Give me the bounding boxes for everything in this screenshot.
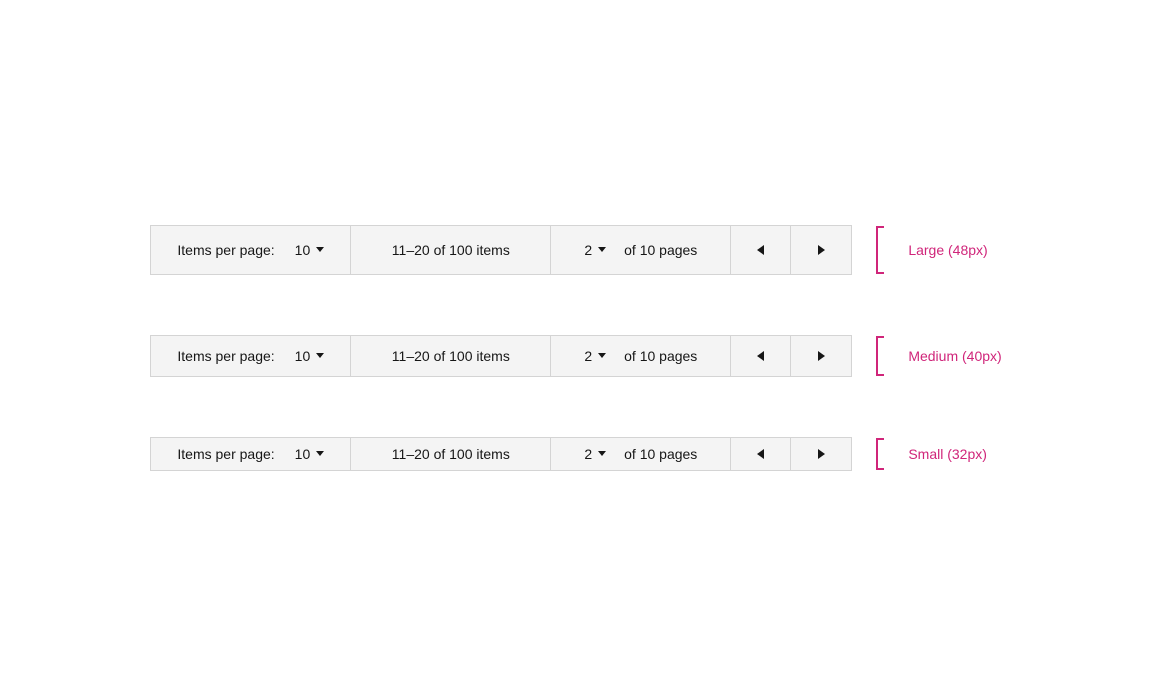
page-value-large: 2 xyxy=(584,242,592,258)
items-per-page-value-large: 10 xyxy=(295,242,311,258)
page-select-medium[interactable]: 2 xyxy=(584,348,606,364)
size-label-small: Small (32px) xyxy=(908,446,987,462)
item-range-cell-large: 11–20 of 100 items xyxy=(351,226,551,274)
page-value-small: 2 xyxy=(584,446,592,462)
next-btn-large[interactable] xyxy=(791,226,851,274)
size-indicator-small: Small (32px) xyxy=(872,438,987,470)
item-range-large: 11–20 of 100 items xyxy=(392,242,510,258)
size-label-large: Large (48px) xyxy=(908,242,987,258)
items-per-page-label-small: Items per page: xyxy=(177,446,274,462)
size-label-medium: Medium (40px) xyxy=(908,348,1001,364)
page-select-cell-medium: 2 of 10 pages xyxy=(551,336,731,376)
page-select-cell-large: 2 of 10 pages xyxy=(551,226,731,274)
bracket-middle-large xyxy=(876,228,878,272)
item-range-medium: 11–20 of 100 items xyxy=(392,348,510,364)
page-chevron-medium[interactable] xyxy=(598,353,606,358)
prev-arrow-small xyxy=(757,449,764,459)
page-content: Items per page: 10 11–20 of 100 items 2 … xyxy=(70,185,1081,511)
next-arrow-large xyxy=(818,245,825,255)
bracket-small xyxy=(876,438,884,470)
prev-arrow-large xyxy=(757,245,764,255)
page-chevron-small[interactable] xyxy=(598,451,606,456)
paginator-small: Items per page: 10 11–20 of 100 items 2 … xyxy=(150,437,852,471)
bracket-middle-medium xyxy=(876,338,878,374)
bracket-medium xyxy=(876,336,884,376)
items-per-page-value-medium: 10 xyxy=(295,348,311,364)
bracket-middle-small xyxy=(876,440,878,468)
prev-btn-small[interactable] xyxy=(731,438,791,470)
page-select-large[interactable]: 2 xyxy=(584,242,606,258)
paginator-row-small: Items per page: 10 11–20 of 100 items 2 … xyxy=(150,437,987,471)
next-arrow-small xyxy=(818,449,825,459)
bracket-bottom-large xyxy=(876,272,884,274)
page-value-medium: 2 xyxy=(584,348,592,364)
items-per-page-cell-small: Items per page: 10 xyxy=(151,438,351,470)
page-select-small[interactable]: 2 xyxy=(584,446,606,462)
paginator-row-large: Items per page: 10 11–20 of 100 items 2 … xyxy=(150,225,987,275)
items-per-page-select-small[interactable]: 10 xyxy=(295,446,325,462)
items-per-page-cell-medium: Items per page: 10 xyxy=(151,336,351,376)
paginator-row-medium: Items per page: 10 11–20 of 100 items 2 … xyxy=(150,335,1001,377)
items-per-page-chevron-small[interactable] xyxy=(316,451,324,456)
size-indicator-medium: Medium (40px) xyxy=(872,336,1001,376)
page-suffix-large: of 10 pages xyxy=(624,242,697,258)
page-suffix-small: of 10 pages xyxy=(624,446,697,462)
next-arrow-medium xyxy=(818,351,825,361)
items-per-page-cell-large: Items per page: 10 xyxy=(151,226,351,274)
item-range-cell-medium: 11–20 of 100 items xyxy=(351,336,551,376)
size-indicator-large: Large (48px) xyxy=(872,226,987,274)
next-btn-small[interactable] xyxy=(791,438,851,470)
item-range-small: 11–20 of 100 items xyxy=(392,446,510,462)
item-range-cell-small: 11–20 of 100 items xyxy=(351,438,551,470)
prev-btn-large[interactable] xyxy=(731,226,791,274)
bracket-bottom-small xyxy=(876,468,884,470)
items-per-page-label-medium: Items per page: xyxy=(177,348,274,364)
items-per-page-select-large[interactable]: 10 xyxy=(295,242,325,258)
paginator-large: Items per page: 10 11–20 of 100 items 2 … xyxy=(150,225,852,275)
bracket-large xyxy=(876,226,884,274)
page-suffix-medium: of 10 pages xyxy=(624,348,697,364)
items-per-page-chevron-medium[interactable] xyxy=(316,353,324,358)
paginator-medium: Items per page: 10 11–20 of 100 items 2 … xyxy=(150,335,852,377)
items-per-page-chevron-large[interactable] xyxy=(316,247,324,252)
items-per-page-value-small: 10 xyxy=(295,446,311,462)
page-select-cell-small: 2 of 10 pages xyxy=(551,438,731,470)
bracket-bottom-medium xyxy=(876,374,884,376)
prev-arrow-medium xyxy=(757,351,764,361)
next-btn-medium[interactable] xyxy=(791,336,851,376)
prev-btn-medium[interactable] xyxy=(731,336,791,376)
items-per-page-label-large: Items per page: xyxy=(177,242,274,258)
page-chevron-large[interactable] xyxy=(598,247,606,252)
items-per-page-select-medium[interactable]: 10 xyxy=(295,348,325,364)
